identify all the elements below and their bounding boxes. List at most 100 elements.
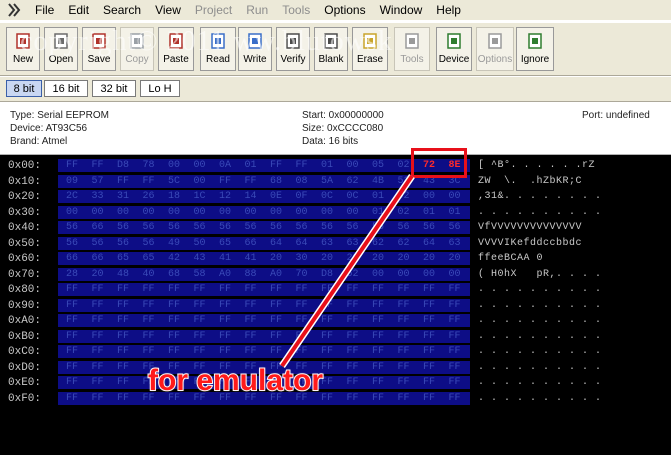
hex-byte[interactable]: FF <box>138 345 160 358</box>
hex-byte[interactable]: 01 <box>367 190 389 203</box>
hex-byte[interactable]: FF <box>393 361 415 374</box>
hex-byte[interactable]: FF <box>112 330 134 343</box>
hex-byte[interactable]: 20 <box>342 252 364 265</box>
hex-byte[interactable]: 00 <box>418 268 440 281</box>
hex-byte[interactable]: FF <box>444 299 466 312</box>
hex-byte[interactable]: 64 <box>265 237 287 250</box>
hex-byte[interactable]: 09 <box>61 175 83 188</box>
hex-byte[interactable]: FF <box>342 330 364 343</box>
hex-byte[interactable]: FF <box>444 314 466 327</box>
hex-byte[interactable]: 05 <box>367 159 389 172</box>
hex-byte[interactable]: 33 <box>87 190 109 203</box>
hex-byte[interactable]: FF <box>265 345 287 358</box>
hex-byte[interactable]: A0 <box>265 268 287 281</box>
hex-byte[interactable]: FF <box>61 330 83 343</box>
hex-byte[interactable]: 57 <box>87 175 109 188</box>
hex-byte[interactable]: FF <box>61 299 83 312</box>
hex-byte[interactable]: FF <box>393 314 415 327</box>
hex-byte[interactable]: 00 <box>393 268 415 281</box>
hex-byte[interactable]: 56 <box>240 221 262 234</box>
hex-byte[interactable]: FF <box>112 283 134 296</box>
hex-byte[interactable]: FF <box>265 283 287 296</box>
hex-byte[interactable]: 5C <box>163 175 185 188</box>
menu-window[interactable]: Window <box>373 0 430 20</box>
hex-byte[interactable]: A0 <box>214 268 236 281</box>
hex-byte[interactable]: 20 <box>444 252 466 265</box>
hex-byte[interactable]: 4B <box>367 175 389 188</box>
menu-file[interactable]: File <box>28 0 61 20</box>
hex-byte[interactable]: 00 <box>87 206 109 219</box>
new-button[interactable]: New <box>6 27 40 71</box>
hex-byte[interactable]: 01 <box>240 159 262 172</box>
hex-byte[interactable]: 20 <box>418 252 440 265</box>
hex-byte[interactable]: 00 <box>418 190 440 203</box>
hex-byte[interactable]: FF <box>163 330 185 343</box>
read-button[interactable]: Read <box>200 27 236 71</box>
hex-byte[interactable]: 00 <box>112 206 134 219</box>
hex-byte[interactable]: FF <box>418 345 440 358</box>
hex-byte[interactable]: FF <box>367 283 389 296</box>
hex-byte[interactable]: FF <box>444 392 466 405</box>
hex-byte[interactable]: FF <box>138 283 160 296</box>
hex-byte[interactable]: FF <box>265 314 287 327</box>
hex-byte[interactable]: 56 <box>367 221 389 234</box>
hex-byte[interactable]: FF <box>444 283 466 296</box>
hex-byte[interactable]: 63 <box>444 237 466 250</box>
menu-edit[interactable]: Edit <box>61 0 96 20</box>
hex-byte[interactable]: FF <box>367 314 389 327</box>
hex-byte[interactable]: FF <box>240 283 262 296</box>
hex-bytes[interactable]: 66 66 65 65 42 43 41 41 20 30 20 20 20 20 20 20 <box>58 252 470 265</box>
hex-byte[interactable]: 00 <box>189 206 211 219</box>
hex-byte[interactable]: FF <box>163 299 185 312</box>
hex-byte[interactable]: FF <box>316 314 338 327</box>
hex-byte[interactable]: 20 <box>393 252 415 265</box>
hex-byte[interactable]: FF <box>342 345 364 358</box>
hex-byte[interactable]: 08 <box>291 175 313 188</box>
mode-8bit-button[interactable]: 8 bit <box>6 80 42 97</box>
hex-byte[interactable]: 0E <box>265 190 287 203</box>
hex-byte[interactable]: 49 <box>163 237 185 250</box>
hex-byte[interactable]: FF <box>112 314 134 327</box>
hex-byte[interactable]: 68 <box>163 268 185 281</box>
hex-byte[interactable]: 64 <box>418 237 440 250</box>
hex-byte[interactable]: 41 <box>240 252 262 265</box>
hex-bytes[interactable]: FF FF FF FF FF FF FF FF FF FF FF FF FF FF FF FF <box>58 314 470 327</box>
hex-byte[interactable]: 62 <box>393 237 415 250</box>
hex-byte[interactable]: FF <box>240 299 262 312</box>
hex-byte[interactable]: 00 <box>61 206 83 219</box>
hex-byte[interactable]: 66 <box>87 252 109 265</box>
hex-byte[interactable]: 02 <box>393 206 415 219</box>
hex-byte[interactable]: FF <box>61 345 83 358</box>
hex-byte[interactable]: 52 <box>342 268 364 281</box>
hex-byte[interactable]: 5A <box>316 175 338 188</box>
hex-bytes[interactable]: FF FF D8 78 00 00 0A 01 FF FF 01 00 05 02 72 8E <box>58 159 470 172</box>
hex-byte[interactable]: FF <box>444 345 466 358</box>
hex-byte[interactable]: 00 <box>163 159 185 172</box>
hex-byte[interactable]: 56 <box>112 221 134 234</box>
hex-byte[interactable]: 00 <box>342 206 364 219</box>
hex-byte[interactable]: FF <box>316 330 338 343</box>
hex-byte[interactable]: FF <box>87 376 109 389</box>
hex-byte[interactable]: FF <box>393 345 415 358</box>
hex-byte[interactable]: 0C <box>342 190 364 203</box>
hex-byte[interactable]: FF <box>189 283 211 296</box>
hex-byte[interactable]: FF <box>87 159 109 172</box>
erase-button[interactable]: Erase <box>352 27 388 71</box>
hex-byte[interactable]: 56 <box>163 221 185 234</box>
hex-byte[interactable]: FF <box>189 314 211 327</box>
hex-byte[interactable]: 63 <box>316 237 338 250</box>
hex-byte[interactable]: 01 <box>316 159 338 172</box>
hex-byte[interactable]: 01 <box>418 206 440 219</box>
hex-byte[interactable]: 56 <box>61 221 83 234</box>
menu-run[interactable]: Run <box>239 0 275 20</box>
hex-byte[interactable]: 0C <box>316 190 338 203</box>
hex-byte[interactable]: FF <box>87 392 109 405</box>
hex-byte[interactable]: FF <box>291 299 313 312</box>
hex-byte[interactable]: FF <box>163 345 185 358</box>
hex-byte[interactable]: FF <box>316 283 338 296</box>
hex-byte[interactable]: FF <box>61 376 83 389</box>
hex-byte[interactable]: FF <box>444 330 466 343</box>
hex-byte[interactable]: FF <box>418 392 440 405</box>
hex-byte[interactable]: 00 <box>444 190 466 203</box>
hex-byte[interactable]: D8 <box>316 268 338 281</box>
